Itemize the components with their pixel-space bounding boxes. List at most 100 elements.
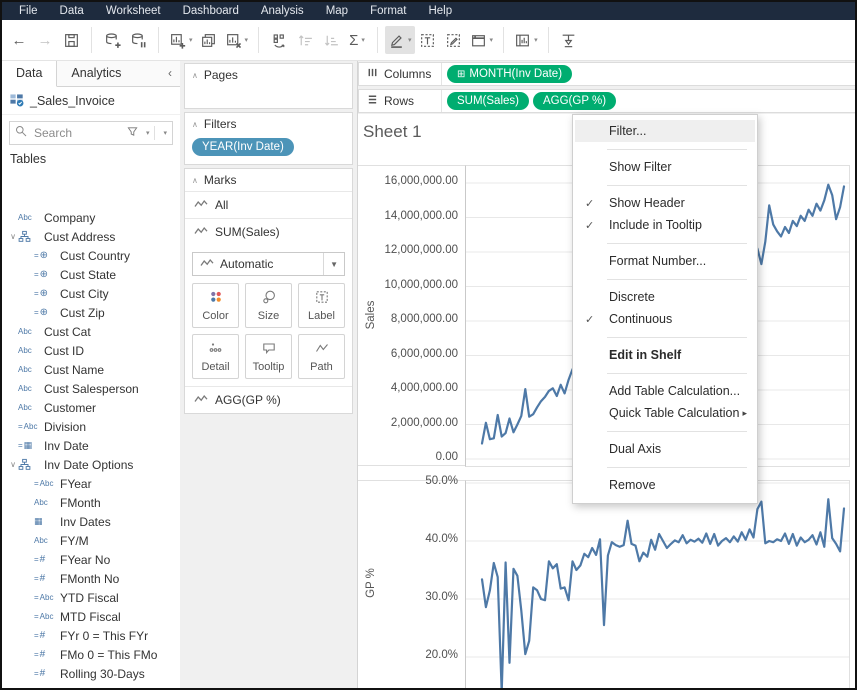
pill-year-inv-date[interactable]: YEAR(Inv Date) [192,138,294,156]
filter-fields-icon[interactable] [127,124,138,142]
filter-fields-caret-icon[interactable]: ▾ [146,129,150,137]
expand-plus-icon[interactable]: ⊞ [457,69,465,80]
marks-button-label[interactable]: Label [298,283,345,328]
menu-item-continuous[interactable]: ✓Continuous [575,308,755,330]
field-cust-state[interactable]: =⊕Cust State [2,265,180,284]
field-customer[interactable]: AbcCustomer [2,398,180,417]
marks-card-header[interactable]: ∧ Marks [185,169,352,191]
field-cust-name[interactable]: AbcCust Name [2,360,180,379]
expand-chevron-icon[interactable]: ∨ [8,232,18,241]
field-type-eq-abc-icon: =Abc [34,479,60,488]
field-cust-salesperson[interactable]: AbcCust Salesperson [2,379,180,398]
field-cust-id[interactable]: AbcCust ID [2,341,180,360]
marks-button-color[interactable]: Color [192,283,239,328]
swap-rows-columns-button[interactable] [266,26,292,54]
new-data-source-button[interactable] [99,26,125,54]
field-cust-cat[interactable]: AbcCust Cat [2,322,180,341]
sheet-title[interactable]: Sheet 1 [363,122,422,142]
tab-data[interactable]: Data [2,60,57,87]
field-fy-m[interactable]: AbcFY/M [2,531,180,550]
field-mtd-fiscal[interactable]: =AbcMTD Fiscal [2,607,180,626]
menu-analysis[interactable]: Analysis [250,2,315,20]
field-fyr-0-this-fyr[interactable]: =#FYr 0 = This FYr [2,626,180,645]
rows-shelf[interactable]: Rows SUM(Sales)AGG(GP %) [358,89,855,113]
columns-shelf[interactable]: Columns ⊞MONTH(Inv Date) [358,62,855,86]
pill-agg-gp[interactable]: AGG(GP %) [533,92,616,110]
pages-card-header[interactable]: ∧ Pages [185,64,352,86]
menu-map[interactable]: Map [315,2,359,20]
pause-auto-updates-button[interactable] [125,26,151,54]
duplicate-button[interactable] [196,26,222,54]
menu-item-show-header[interactable]: ✓Show Header [575,192,755,214]
expand-chevron-icon[interactable]: ∨ [8,460,18,469]
field-rolling-30-days[interactable]: =#Rolling 30-Days [2,664,180,683]
redo-button[interactable]: → [32,26,58,54]
marks-section-sum-sales[interactable]: SUM(Sales) [185,218,352,245]
search-input[interactable] [32,125,122,141]
menu-format[interactable]: Format [359,2,417,20]
field-division[interactable]: =AbcDivision [2,417,180,436]
new-worksheet-button[interactable]: ▾ [166,26,196,54]
save-button[interactable] [58,26,84,54]
presentation-mode-button[interactable] [556,26,582,54]
sort-ascending-button[interactable] [292,26,318,54]
marks-button-size[interactable]: Size [245,283,292,328]
field-cust-zip[interactable]: =⊕Cust Zip [2,303,180,322]
menu-item-filter[interactable]: Filter... [575,120,755,142]
menu-item-include-in-tooltip[interactable]: ✓Include in Tooltip [575,214,755,236]
show-mark-labels-button[interactable] [415,26,441,54]
marks-button-detail[interactable]: Detail [192,334,239,379]
menu-item-edit-in-shelf[interactable]: Edit in Shelf [575,344,755,366]
field-cust-address[interactable]: ∨Cust Address [2,227,180,246]
menu-file[interactable]: File [8,2,49,20]
field-cust-city[interactable]: =⊕Cust City [2,284,180,303]
field-fmonth[interactable]: AbcFMonth [2,493,180,512]
tab-analytics[interactable]: Analytics [57,60,135,86]
menu-item-add-table-calculation[interactable]: Add Table Calculation... [575,380,755,402]
field-fyear-no[interactable]: =#FYear No [2,550,180,569]
field-fyear[interactable]: =AbcFYear [2,474,180,493]
fields-menu-caret-icon[interactable]: ▾ [163,129,167,137]
menu-item-dual-axis[interactable]: Dual Axis [575,438,755,460]
menu-help[interactable]: Help [417,2,463,20]
marks-section-agg-gp[interactable]: AGG(GP %) [185,386,352,413]
pill-sum-sales[interactable]: SUM(Sales) [447,92,529,110]
marks-button-path[interactable]: Path [298,334,345,379]
field-fmonth-no[interactable]: =#FMonth No [2,569,180,588]
field-fmo-0-this-fmo[interactable]: =#FMo 0 = This FMo [2,645,180,664]
field-inv-date-options[interactable]: ∨Inv Date Options [2,455,180,474]
marks-section-all[interactable]: All [185,191,352,218]
filters-card-header[interactable]: ∧ Filters [185,113,352,135]
field-inv-dates[interactable]: ▦Inv Dates [2,512,180,531]
undo-button[interactable]: ← [6,26,32,54]
field-cust-country[interactable]: =⊕Cust Country [2,246,180,265]
menu-dashboard[interactable]: Dashboard [172,2,250,20]
sort-descending-button[interactable] [318,26,344,54]
show-hide-cards-button[interactable]: ▾ [511,26,541,54]
highlight-button[interactable]: ▾ [385,26,415,54]
menu-item-show-filter[interactable]: Show Filter [575,156,755,178]
menu-item-discrete[interactable]: Discrete [575,286,755,308]
totals-button[interactable]: Σ▾ [344,26,370,54]
clear-sheet-button[interactable]: ▾ [222,26,252,54]
menu-item-quick-table-calculation[interactable]: Quick Table Calculation▸ [575,402,755,424]
menu-worksheet[interactable]: Worksheet [95,2,172,20]
datasource-row[interactable]: _Sales_Invoice [2,87,180,115]
marks-button-tooltip[interactable]: Tooltip [245,334,292,379]
field-ytd-fiscal[interactable]: =AbcYTD Fiscal [2,588,180,607]
pill-month-inv-date[interactable]: ⊞MONTH(Inv Date) [447,65,572,83]
fix-axes-button[interactable] [441,26,467,54]
fit-button[interactable]: ▾ [467,26,497,54]
menu-bar: FileDataWorksheetDashboardAnalysisMapFor… [2,2,855,20]
menu-item-format-number[interactable]: Format Number... [575,250,755,272]
field-label: Cust Name [44,363,104,377]
mark-type-select[interactable]: Automatic ▼ [192,252,345,276]
menu-item-remove[interactable]: Remove [575,474,755,496]
menu-data[interactable]: Data [49,2,95,20]
line-mark-icon [200,257,214,271]
mark-type-caret-icon[interactable]: ▼ [323,253,344,275]
field-inv-date[interactable]: =▦Inv Date [2,436,180,455]
collapse-pane-icon[interactable]: ‹ [160,60,180,86]
field-company[interactable]: AbcCompany [2,208,180,227]
field-fquarter[interactable]: AbcFQuarter [2,683,180,688]
